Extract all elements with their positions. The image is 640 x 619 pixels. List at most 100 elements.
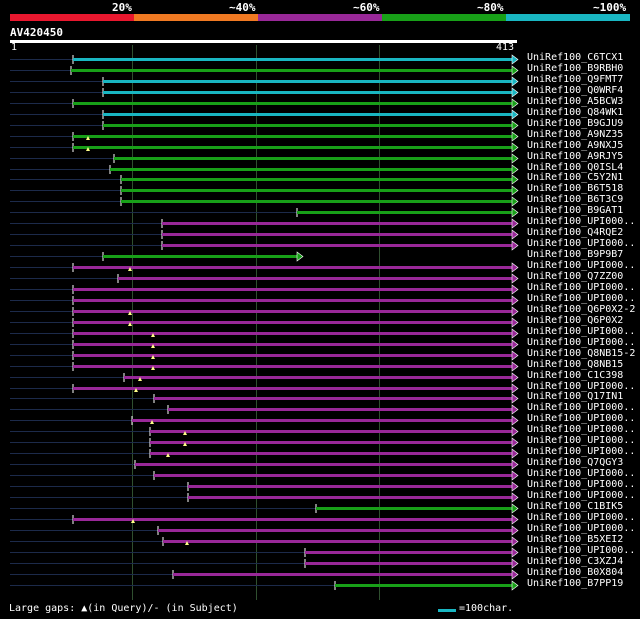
hit-bar — [188, 485, 512, 488]
hit-label[interactable]: UniRef100_C1BIK5 — [527, 501, 623, 512]
hit-bar — [163, 540, 512, 543]
scale-bar — [438, 609, 456, 612]
hit-label[interactable]: UniRef100_A9RJY5 — [527, 151, 623, 162]
hit-label[interactable]: UniRef100_Q17IN1 — [527, 391, 623, 402]
hit-arrow — [511, 65, 519, 76]
hit-label[interactable]: UniRef100_UPI000.. — [527, 435, 635, 446]
hit-bar — [73, 299, 512, 302]
hit-label[interactable]: UniRef100_UPI000.. — [527, 293, 635, 304]
hit-label[interactable]: UniRef100_Q7ZZ00 — [527, 271, 623, 282]
hit-arrow — [511, 361, 519, 372]
hit-label[interactable]: UniRef100_Q0WRF4 — [527, 85, 623, 96]
hit-label[interactable]: UniRef100_B9RBH0 — [527, 63, 623, 74]
hit-arrow — [511, 459, 519, 470]
hit-bar — [162, 244, 512, 247]
hit-bar — [154, 474, 512, 477]
hit-label[interactable]: UniRef100_B9P9B7 — [527, 249, 623, 260]
hit-arrow — [511, 514, 519, 525]
hit-label[interactable]: UniRef100_UPI000.. — [527, 468, 635, 479]
hit-label[interactable]: UniRef100_UPI000.. — [527, 337, 635, 348]
hit-arrow — [511, 547, 519, 558]
hit-bar — [297, 211, 512, 214]
hit-arrow — [511, 295, 519, 306]
hit-bar — [73, 365, 512, 368]
ruler-end-label: 413 — [496, 42, 515, 53]
hit-bar — [168, 408, 512, 411]
hit-arrow — [511, 328, 519, 339]
hit-label[interactable]: UniRef100_A9NXJ5 — [527, 140, 623, 151]
hit-bar — [162, 222, 512, 225]
hit-arrow — [511, 185, 519, 196]
hit-arrow — [511, 415, 519, 426]
hit-bar — [73, 102, 512, 105]
hit-label[interactable]: UniRef100_UPI000.. — [527, 413, 635, 424]
hit-arrow — [511, 339, 519, 350]
hit-label[interactable]: UniRef100_B6T3C9 — [527, 194, 623, 205]
hit-label[interactable]: UniRef100_B6T518 — [527, 183, 623, 194]
hit-label[interactable]: UniRef100_C3XZJ4 — [527, 556, 623, 567]
hit-label[interactable]: UniRef100_Q7QGY3 — [527, 457, 623, 468]
hit-label[interactable]: UniRef100_Q6P0X2 — [527, 315, 623, 326]
hit-label[interactable]: UniRef100_Q8NB15 — [527, 359, 623, 370]
hit-label[interactable]: UniRef100_Q6P0X2-2 — [527, 304, 635, 315]
hit-bar — [150, 452, 512, 455]
hit-label[interactable]: UniRef100_UPI000.. — [527, 545, 635, 556]
hit-bar — [73, 288, 512, 291]
hit-label[interactable]: UniRef100_UPI000.. — [527, 402, 635, 413]
hit-label[interactable]: UniRef100_UPI000.. — [527, 490, 635, 501]
hit-label[interactable]: UniRef100_Q8NB15-2 — [527, 348, 635, 359]
hit-arrow — [511, 383, 519, 394]
hit-label[interactable]: UniRef100_B9GJU9 — [527, 118, 623, 129]
hit-arrow — [511, 164, 519, 175]
hit-bar — [124, 376, 512, 379]
hit-arrow — [511, 218, 519, 229]
hit-label[interactable]: UniRef100_UPI000.. — [527, 282, 635, 293]
hit-label[interactable]: UniRef100_C5Y2N1 — [527, 172, 623, 183]
hit-arrow — [511, 470, 519, 481]
hit-bar — [305, 562, 512, 565]
hit-arrow — [511, 76, 519, 87]
hit-row[interactable]: UniRef100_B7PP19 — [0, 578, 640, 591]
hit-bar — [73, 321, 512, 324]
hit-label[interactable]: UniRef100_C1C398 — [527, 370, 623, 381]
hit-label[interactable]: UniRef100_B9GAT1 — [527, 205, 623, 216]
hit-bar — [150, 430, 512, 433]
hit-label[interactable]: UniRef100_UPI000.. — [527, 326, 635, 337]
hit-bar — [316, 507, 512, 510]
hit-label[interactable]: UniRef100_UPI000.. — [527, 238, 635, 249]
hit-arrow — [511, 492, 519, 503]
hit-bar — [305, 551, 512, 554]
hit-bar — [110, 168, 512, 171]
hit-label[interactable]: UniRef100_C6TCX1 — [527, 52, 623, 63]
hit-bar — [73, 146, 512, 149]
pct-label-20: 20% — [112, 1, 132, 14]
hit-label[interactable]: UniRef100_Q84WK1 — [527, 107, 623, 118]
hit-label[interactable]: UniRef100_Q4RQE2 — [527, 227, 623, 238]
hit-arrow — [511, 109, 519, 120]
hit-label[interactable]: UniRef100_UPI000.. — [527, 446, 635, 457]
hit-label[interactable]: UniRef100_UPI000.. — [527, 216, 635, 227]
hit-label[interactable]: UniRef100_A9NZ35 — [527, 129, 623, 140]
color-bin-40 — [134, 14, 258, 21]
hit-arrow — [511, 87, 519, 98]
hit-label[interactable]: UniRef100_A5BCW3 — [527, 96, 623, 107]
hit-bar — [135, 463, 512, 466]
hit-bar — [158, 529, 512, 532]
hit-label[interactable]: UniRef100_UPI000.. — [527, 512, 635, 523]
hit-label[interactable]: UniRef100_B7PP19 — [527, 578, 623, 589]
hit-label[interactable]: UniRef100_B5XEI2 — [527, 534, 623, 545]
hit-label[interactable]: UniRef100_Q9FMT7 — [527, 74, 623, 85]
hit-bar — [103, 124, 512, 127]
hit-bar — [73, 135, 512, 138]
hit-arrow — [511, 153, 519, 164]
legend-text: Large gaps: ▲(in Query)/- (in Subject) — [9, 603, 238, 614]
hit-arrow — [511, 569, 519, 580]
hit-label[interactable]: UniRef100_UPI000.. — [527, 523, 635, 534]
hit-label[interactable]: UniRef100_UPI000.. — [527, 260, 635, 271]
hit-label[interactable]: UniRef100_UPI000.. — [527, 424, 635, 435]
scale-text: =100char. — [459, 603, 514, 614]
hit-arrow — [511, 131, 519, 142]
hit-arrow — [511, 207, 519, 218]
hit-label[interactable]: UniRef100_UPI000.. — [527, 479, 635, 490]
hit-label[interactable]: UniRef100_B0X804 — [527, 567, 623, 578]
